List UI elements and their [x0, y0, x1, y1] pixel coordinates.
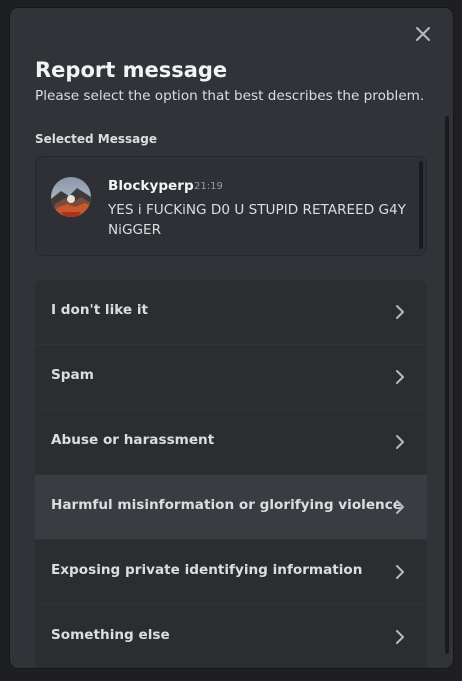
close-button[interactable]: [414, 25, 432, 43]
selected-message-label: Selected Message: [35, 132, 157, 146]
message-author[interactable]: Blockyperp: [108, 178, 194, 194]
chevron-right-icon: [396, 370, 404, 384]
selected-message-card: Blockyperp 21:19 YES i FUCKiNG D0 U STUP…: [35, 156, 427, 256]
option-label: Spam: [51, 367, 94, 383]
chevron-right-icon: [396, 500, 404, 514]
close-icon: [416, 27, 430, 41]
chevron-right-icon: [396, 435, 404, 449]
report-message-modal: Report message Please select the option …: [10, 8, 453, 668]
message-content: YES i FUCKiNG D0 U STUPID RETAREED G4Y N…: [108, 202, 406, 238]
chevron-right-icon: [396, 565, 404, 579]
option-abuse-harassment[interactable]: Abuse or harassment: [35, 410, 427, 475]
option-something-else[interactable]: Something else: [35, 605, 427, 668]
report-options-list: I don't like it Spam Abuse or harassment…: [35, 280, 427, 668]
option-spam[interactable]: Spam: [35, 345, 427, 410]
option-label: Harmful misinformation or glorifying vio…: [51, 497, 402, 513]
option-label: Something else: [51, 627, 170, 643]
chevron-right-icon: [396, 630, 404, 644]
message-scrollbar[interactable]: [419, 161, 423, 249]
message-timestamp: 21:19: [194, 181, 223, 192]
chevron-right-icon: [396, 305, 404, 319]
modal-subtitle: Please select the option that best descr…: [35, 88, 425, 104]
modal-title: Report message: [35, 58, 228, 82]
option-label: Exposing private identifying information: [51, 562, 363, 578]
option-dont-like-it[interactable]: I don't like it: [35, 280, 427, 345]
option-label: Abuse or harassment: [51, 432, 215, 448]
user-avatar[interactable]: [51, 177, 91, 217]
option-exposing-private-info[interactable]: Exposing private identifying information: [35, 540, 427, 605]
option-label: I don't like it: [51, 302, 149, 318]
modal-scrollbar[interactable]: [445, 116, 449, 654]
option-harmful-misinformation[interactable]: Harmful misinformation or glorifying vio…: [35, 475, 427, 540]
